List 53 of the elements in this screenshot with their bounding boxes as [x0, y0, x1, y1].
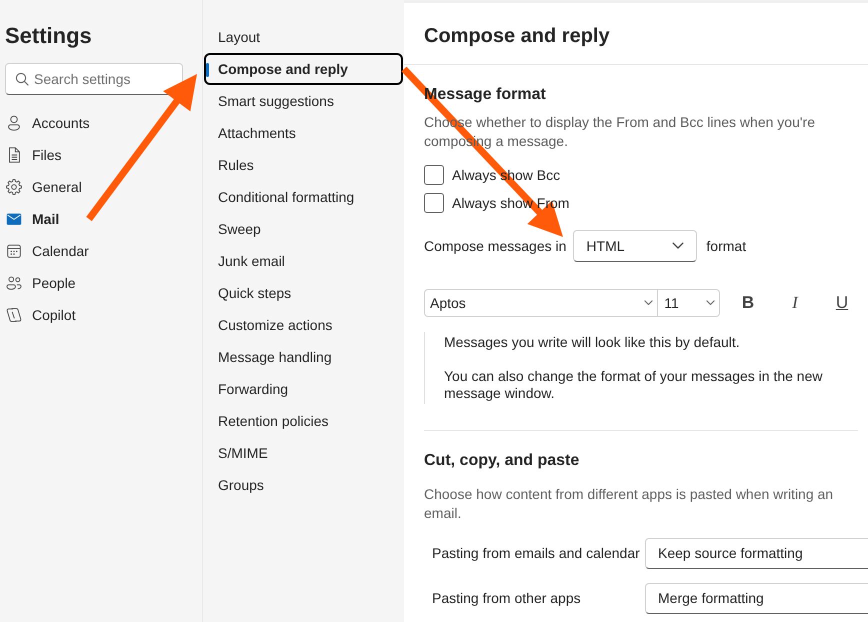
field-label: Compose messages in — [424, 236, 566, 256]
paste-option-dropdown[interactable]: Keep source formatting — [645, 538, 868, 569]
chevron-down-icon — [672, 242, 684, 250]
chevron-down-icon — [706, 300, 715, 306]
paste-option-dropdown[interactable]: Merge formatting — [645, 583, 868, 614]
bold-button[interactable]: B — [732, 289, 764, 317]
field-label: Pasting from other apps — [432, 590, 581, 606]
font-name-dropdown[interactable]: Aptos — [424, 289, 658, 317]
italic-button[interactable]: I — [779, 289, 811, 317]
underline-button[interactable]: U — [826, 289, 858, 317]
format-dropdown[interactable]: HTML — [573, 230, 698, 262]
settings-icon — [5, 178, 23, 196]
mail-nav-item[interactable]: S/MIME — [204, 437, 403, 469]
mail-nav-item[interactable]: Groups — [204, 469, 403, 501]
selection-indicator — [206, 63, 209, 77]
mail-nav-item[interactable]: Layout — [204, 21, 403, 53]
sidebar-nav-item[interactable]: General — [5, 171, 155, 203]
mail-nav-item[interactable]: Sweep — [204, 213, 403, 245]
people-icon — [5, 274, 23, 292]
page-title: Compose and reply — [424, 24, 610, 48]
mail-nav-item[interactable]: Customize actions — [204, 309, 403, 341]
search-icon — [15, 72, 29, 86]
preview-text: Messages you write will look like this by default. — [444, 334, 741, 351]
field-label: format — [706, 236, 746, 256]
mail-nav-item[interactable]: Compose and reply — [204, 53, 403, 85]
sidebar-nav-item[interactable]: People — [5, 267, 155, 299]
mail-nav-item[interactable]: Junk email — [204, 245, 403, 277]
checkbox[interactable] — [424, 165, 444, 185]
sidebar-nav-item[interactable]: Files — [5, 139, 155, 171]
sidebar-nav-item[interactable]: Mail — [5, 203, 155, 235]
mail-nav-item[interactable]: Attachments — [204, 117, 403, 149]
chevron-down-icon — [644, 300, 654, 306]
preview-text: You can also change the format of your messages in the new message window. — [444, 368, 824, 402]
mail-nav-item[interactable]: Forwarding — [204, 373, 403, 405]
mail-nav-item[interactable]: Smart suggestions — [204, 85, 403, 117]
search-field[interactable]: Search settings — [5, 63, 183, 95]
mail-nav-item[interactable]: Quick steps — [204, 277, 403, 309]
calendar-icon — [5, 242, 23, 260]
field-label: Pasting from emails and calendar — [432, 544, 640, 560]
sidebar-nav-item[interactable]: Accounts — [5, 107, 155, 139]
checkbox[interactable] — [424, 193, 444, 213]
person-icon — [5, 114, 23, 132]
app-logo-icon — [5, 306, 23, 324]
section-heading: Cut, copy, and paste — [424, 451, 580, 471]
section-description: Choose how content from different apps is pasted when writing an email. — [424, 485, 834, 523]
sidebar-nav-item[interactable]: Copilot — [5, 299, 155, 331]
mail-nav-item[interactable]: Rules — [204, 149, 403, 181]
mail-nav-item[interactable]: Message handling — [204, 341, 403, 373]
font-size-dropdown[interactable]: 11 — [658, 289, 720, 317]
settings-title: Settings — [5, 22, 92, 50]
mail-nav-item[interactable]: Conditional formatting — [204, 181, 403, 213]
sidebar-nav-item[interactable]: Calendar — [5, 235, 155, 267]
mail-nav-item[interactable]: Retention policies — [204, 405, 403, 437]
